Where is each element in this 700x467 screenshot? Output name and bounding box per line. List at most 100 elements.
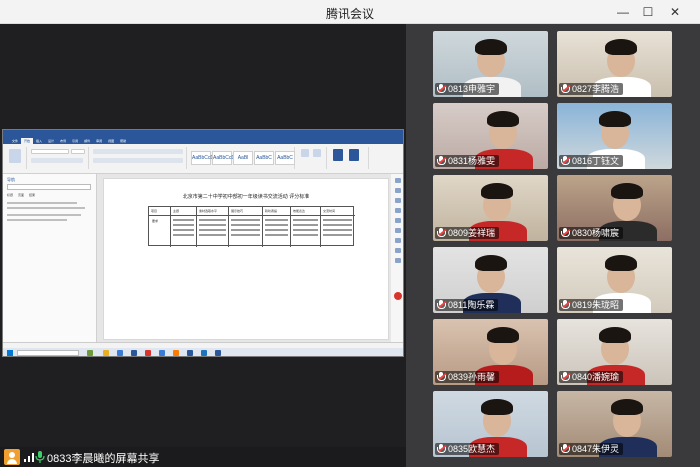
muted-microphone-icon — [561, 156, 571, 166]
muted-microphone-icon — [561, 300, 571, 310]
participant-name: 0827李腾浩 — [572, 84, 620, 94]
participant-video-tile[interactable]: 0839孙雨馨 — [433, 319, 548, 385]
sharer-avatar-icon — [4, 449, 20, 465]
close-button[interactable]: ✕ — [664, 3, 686, 21]
participant-hair — [611, 399, 643, 415]
style-sample: AaBbCcDd — [212, 151, 238, 165]
muted-microphone-icon — [561, 372, 571, 382]
taskbar-app-icon — [173, 350, 179, 356]
table-column — [263, 207, 291, 247]
editing-group — [297, 147, 327, 169]
nav-pane-tab: 标题 — [7, 193, 14, 197]
taskbar-app-icon — [187, 350, 193, 356]
find-icon — [301, 149, 309, 157]
screen-share-view[interactable]: 文件 开始 插入 设计 布局 引用 邮件 审阅 视图 帮助 AaBbCcDd AaBbCcDd AaB… — [0, 24, 406, 447]
participant-video-tile[interactable]: 0819朱珑昭 — [557, 247, 672, 313]
muted-microphone-icon — [437, 372, 447, 382]
voice-group — [329, 147, 369, 169]
nav-pane-tab: 页面 — [18, 193, 25, 197]
participant-video-tile[interactable]: 0847朱伊灵 — [557, 391, 672, 457]
participant-name-label: 0827李腾浩 — [559, 83, 624, 95]
participant-video-tile[interactable]: 0827李腾浩 — [557, 31, 672, 97]
participant-hair — [475, 39, 507, 55]
table-column — [321, 207, 355, 247]
word-side-toolbar — [391, 174, 403, 344]
participant-video-tile[interactable]: 0830杨啸宸 — [557, 175, 672, 241]
participant-hair — [475, 255, 507, 271]
editor-icon — [349, 149, 359, 161]
participant-video-tile[interactable]: 0813申雅宇 — [433, 31, 548, 97]
nav-pane-tab: 结果 — [29, 193, 36, 197]
participant-name-label: 0839孙雨馨 — [435, 371, 500, 383]
font-group — [29, 147, 89, 169]
participant-video-tile[interactable]: 0809姜祥瑞 — [433, 175, 548, 241]
table-header-cell: 交流时间 — [323, 209, 336, 213]
taskbar-app-icon — [103, 350, 109, 356]
table-row-label: 要求 — [152, 219, 159, 223]
participant-video-tile[interactable]: 0811陶乐霖 — [433, 247, 548, 313]
dictate-icon — [333, 149, 343, 161]
table-header-cell: 项目 — [151, 209, 158, 213]
muted-microphone-icon — [437, 300, 447, 310]
taskbar-app-icon — [159, 350, 165, 356]
windows-start-icon — [7, 350, 13, 356]
participant-name: 0819朱珑昭 — [572, 300, 620, 310]
table-header-cell: 效能表达 — [293, 209, 306, 213]
participant-name: 0811陶乐霖 — [448, 300, 495, 310]
muted-microphone-icon — [437, 84, 447, 94]
maximize-button[interactable]: ☐ — [637, 3, 659, 21]
participant-video-tile[interactable]: 0816丁钰文 — [557, 103, 672, 169]
styles-group: AaBbCcDd AaBbCcDd AaBl AaBbC AaBbC — [189, 147, 295, 169]
participant-hair — [481, 399, 513, 415]
participant-hair — [599, 111, 631, 127]
taskbar-app-icon — [87, 350, 93, 356]
participant-name: 0839孙雨馨 — [448, 372, 496, 382]
participant-name-label: 0830杨啸宸 — [559, 227, 624, 239]
minimize-button[interactable]: — — [612, 3, 634, 21]
navigation-pane: 导航 标题 页面 结果 — [3, 174, 97, 344]
app-title: 腾讯会议 — [325, 7, 374, 21]
participant-video-tile[interactable]: 0840潘婉瑜 — [557, 319, 672, 385]
participant-hair — [611, 183, 643, 199]
replace-icon — [313, 149, 321, 157]
bottom-bar: 0833李晨曦的屏幕共享 — [0, 447, 406, 467]
participant-name-label: 0819朱珑昭 — [559, 299, 624, 311]
windows-taskbar — [3, 348, 403, 356]
participant-name: 0847朱伊灵 — [572, 444, 620, 454]
paste-icon — [9, 149, 21, 163]
participant-video-tile[interactable]: 0831杨雅雯 — [433, 103, 548, 169]
participant-hair — [487, 327, 519, 343]
muted-microphone-icon — [561, 84, 571, 94]
table-column — [149, 207, 171, 247]
annotation-icon — [394, 292, 402, 300]
taskbar-app-icon — [117, 350, 123, 356]
muted-microphone-icon — [437, 156, 447, 166]
participant-name-label: 0840潘婉瑜 — [559, 371, 624, 383]
muted-microphone-icon — [561, 228, 571, 238]
scoring-table: 项目 主题 素材选取水平 展示技巧 聆听者提 效能表达 交流时间 要求 — [148, 206, 355, 247]
taskbar-search-box — [17, 350, 79, 356]
participant-name-label: 0811陶乐霖 — [435, 299, 499, 311]
style-sample: AaBl — [233, 151, 253, 165]
participant-gallery: 0813申雅宇 0827李腾浩 0831杨雅雯 0816丁钰文 0809姜祥瑞 0830杨… — [406, 24, 700, 467]
table-header-cell: 主题 — [173, 209, 180, 213]
participant-video-tile[interactable]: 0835欧慧杰 — [433, 391, 548, 457]
participant-hair — [487, 111, 519, 127]
participant-name: 0816丁钰文 — [572, 156, 620, 166]
table-header-cell: 展示技巧 — [231, 209, 244, 213]
participant-name: 0835欧慧杰 — [448, 444, 496, 454]
participant-hair — [605, 39, 637, 55]
participant-name-label: 0813申雅宇 — [435, 83, 500, 95]
word-ribbon: AaBbCcDd AaBbCcDd AaBl AaBbC AaBbC — [3, 144, 403, 174]
word-document-area: 导航 标题 页面 结果 北京市第二十中学初中部初一年级读书交流活动 评分标准 项目 主… — [3, 174, 403, 350]
muted-microphone-icon — [561, 444, 571, 454]
muted-microphone-icon — [437, 228, 447, 238]
style-sample: AaBbCcDd — [191, 151, 217, 165]
participant-hair — [605, 255, 637, 271]
clipboard-group — [5, 147, 27, 169]
participant-hair — [599, 327, 631, 343]
nav-search-input — [7, 184, 91, 190]
taskbar-app-icon — [131, 350, 137, 356]
tencent-meeting-window: 腾讯会议 — ☐ ✕ 文件开始插入设计布局引用邮件审阅视图帮助 — [0, 0, 700, 467]
microphone-icon[interactable] — [33, 450, 47, 464]
